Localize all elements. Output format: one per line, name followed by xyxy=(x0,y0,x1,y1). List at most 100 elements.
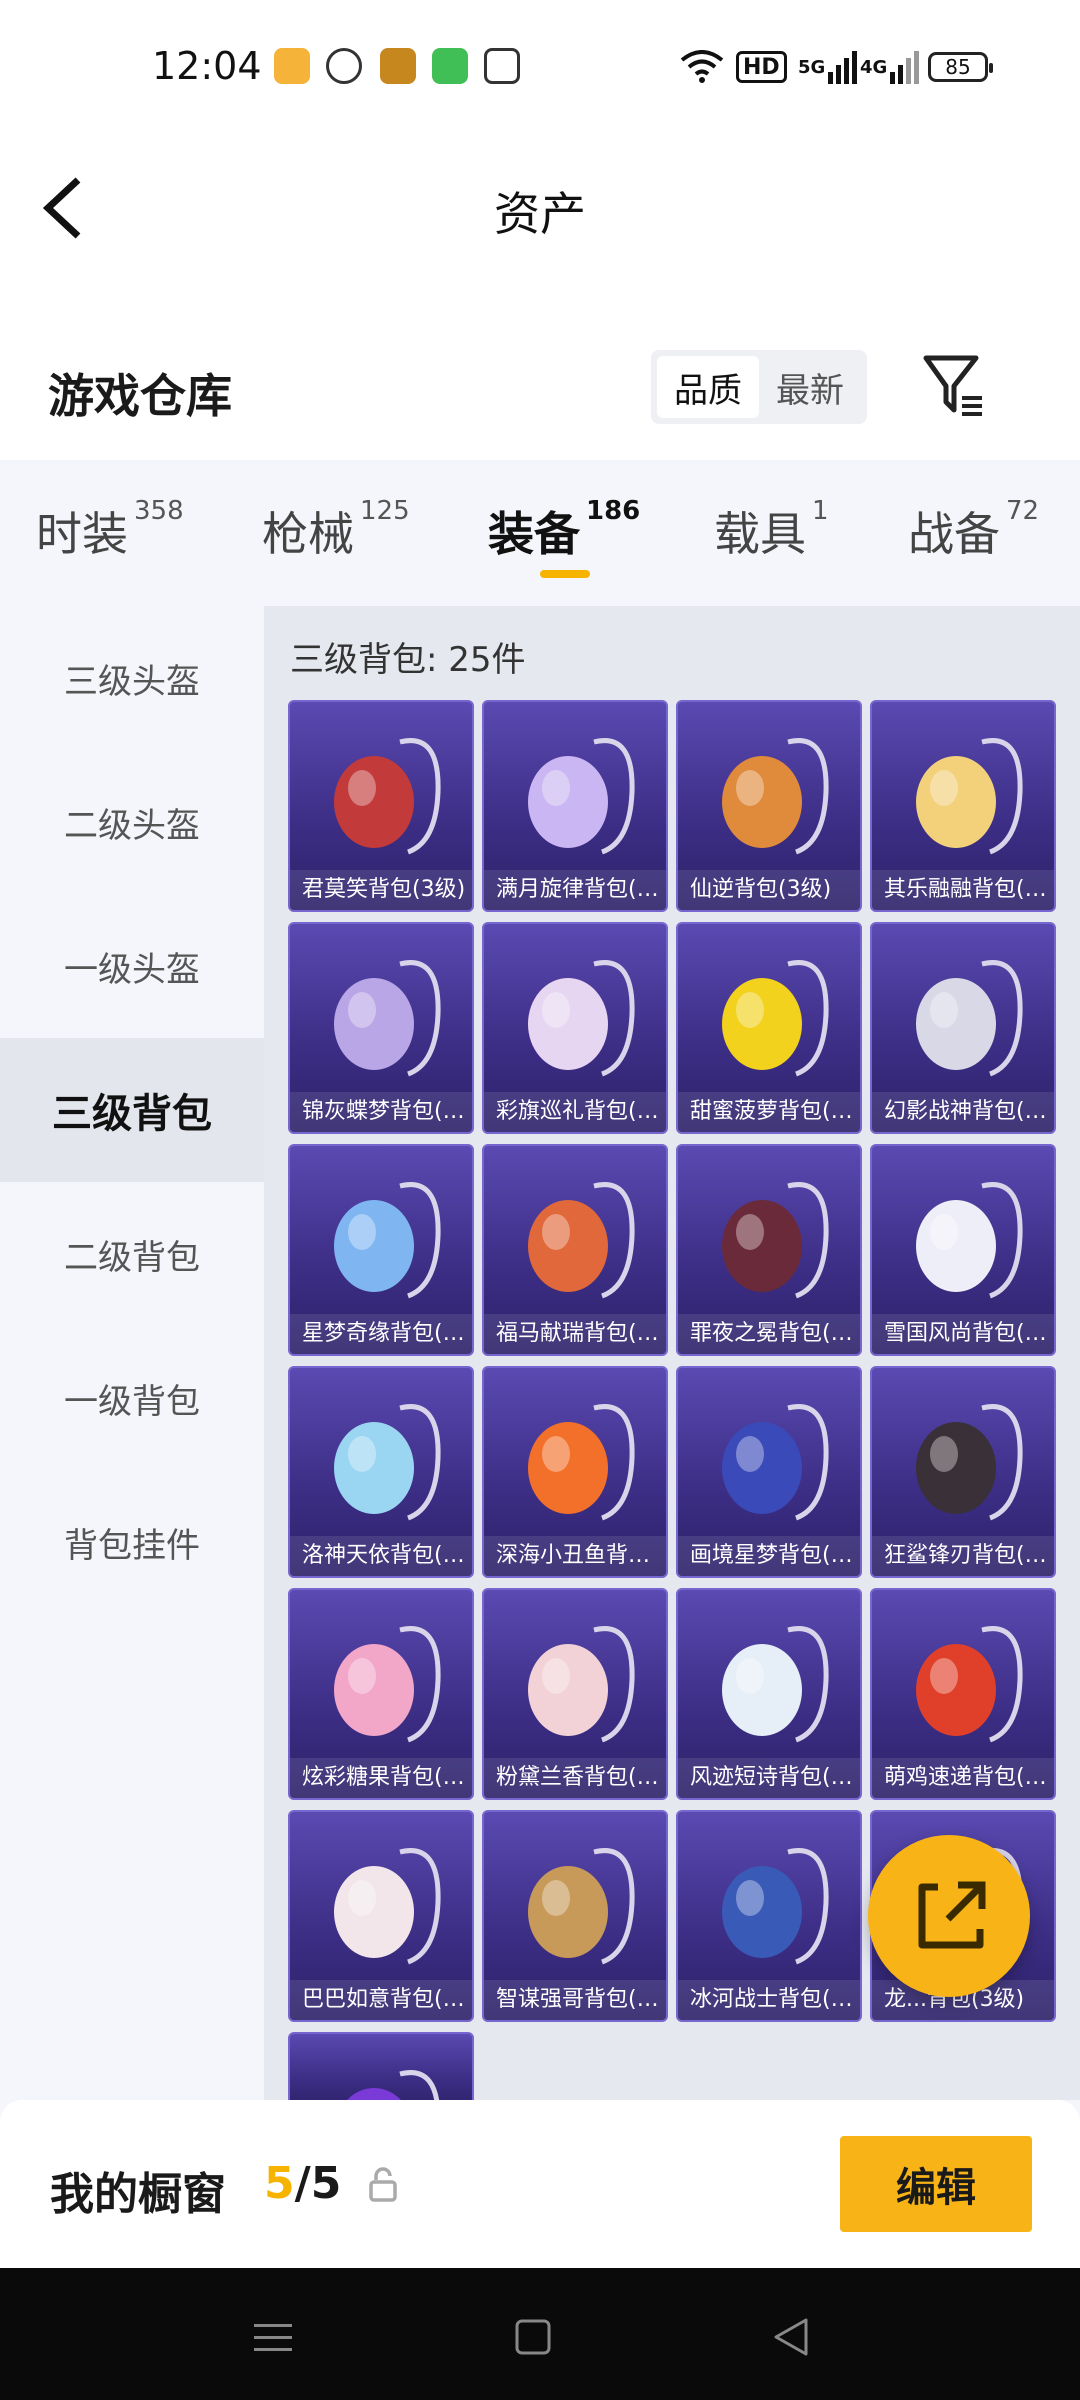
tab-equipment[interactable]: 装备 186 xyxy=(488,496,641,564)
tab-count: 186 xyxy=(586,496,641,526)
item-name: 锦灰蝶梦背包(3级) xyxy=(290,1092,472,1132)
net-5g-label: 5G xyxy=(798,56,826,78)
page-title: 资产 xyxy=(494,187,586,241)
tab-fashion[interactable]: 时装 358 xyxy=(36,496,184,564)
item-card[interactable]: 粉黛兰香背包(3级) xyxy=(482,1588,668,1800)
item-card[interactable]: 深海小丑鱼背包(3级) xyxy=(482,1366,668,1578)
home-icon xyxy=(515,2319,551,2355)
net-4g-label: 4G xyxy=(860,56,888,78)
sort-quality[interactable]: 品质 xyxy=(657,356,759,418)
sidebar-item-backpack-lv1[interactable]: 一级背包 xyxy=(0,1326,264,1470)
item-name: 君莫笑背包(3级) xyxy=(290,870,472,910)
item-card[interactable]: 君莫笑背包(3级) xyxy=(288,700,474,912)
item-card[interactable]: 仙逆背包(3级) xyxy=(676,700,862,912)
item-card[interactable]: 冰河战士背包(3级) xyxy=(676,1810,862,2022)
sidebar-item-helmet-lv2[interactable]: 二级头盔 xyxy=(0,750,264,894)
item-card[interactable]: 洛神天依背包(3级) xyxy=(288,1366,474,1578)
item-name: 满月旋律背包(3级) xyxy=(484,870,666,910)
filter-button[interactable] xyxy=(920,350,990,420)
showcase-separator: / xyxy=(294,2158,311,2209)
game-notification-icon xyxy=(380,48,416,84)
item-card[interactable]: 狂鲨锋刃背包(3级) xyxy=(870,1366,1056,1578)
item-card[interactable]: 其乐融融背包(3级) xyxy=(870,700,1056,912)
tab-label: 战备 xyxy=(908,507,1000,561)
home-nav-button[interactable] xyxy=(508,2312,558,2362)
tab-count: 125 xyxy=(360,496,410,526)
item-card[interactable]: 智谋强哥背包(3级) xyxy=(482,1810,668,2022)
item-card[interactable]: 福马献瑞背包(3级) xyxy=(482,1144,668,1356)
menu-icon xyxy=(254,2324,292,2351)
item-card[interactable]: 巴巴如意背包(3级) xyxy=(288,1810,474,2022)
mail-icon xyxy=(484,48,520,84)
system-nav-bar xyxy=(0,2268,1080,2400)
sidebar-item-helmet-lv1[interactable]: 一级头盔 xyxy=(0,894,264,1038)
share-button[interactable] xyxy=(868,1835,1030,1997)
backpack-icon xyxy=(916,1626,1023,1743)
warehouse-title: 游戏仓库 xyxy=(48,369,232,423)
backpack-icon xyxy=(334,738,441,855)
menu-nav-button[interactable] xyxy=(248,2312,298,2362)
backpack-icon xyxy=(334,1848,441,1965)
item-name: 罪夜之冕背包(3级) xyxy=(678,1314,860,1354)
backpack-icon xyxy=(722,1848,829,1965)
item-name: 智谋强哥背包(3级) xyxy=(484,1980,666,2020)
item-card[interactable] xyxy=(288,2032,474,2100)
backpack-icon xyxy=(722,1626,829,1743)
item-name: 仙逆背包(3级) xyxy=(678,870,860,910)
item-card[interactable]: 彩旗巡礼背包(3级) xyxy=(482,922,668,1134)
sidebar-item-backpack-lv3[interactable]: 三级背包 xyxy=(0,1038,264,1182)
backpack-icon xyxy=(916,960,1023,1077)
edit-button[interactable]: 编辑 xyxy=(840,2136,1032,2232)
item-card[interactable]: 满月旋律背包(3级) xyxy=(482,700,668,912)
category-tabs: 时装 358 枪械 125 装备 186 载具 1 战备 72 xyxy=(0,460,1080,606)
item-name: 炫彩糖果背包(3级) xyxy=(290,1758,472,1798)
share-icon xyxy=(918,1881,986,1949)
signal-5g-icon: 5G xyxy=(798,48,858,86)
tab-vehicles[interactable]: 载具 1 xyxy=(714,496,829,564)
item-card[interactable]: 炫彩糖果背包(3级) xyxy=(288,1588,474,1800)
item-card[interactable]: 甜蜜菠萝背包(3级) xyxy=(676,922,862,1134)
showcase-current: 5 xyxy=(264,2158,295,2209)
backpack-icon xyxy=(916,1182,1023,1299)
backpack-icon xyxy=(722,738,829,855)
item-card[interactable]: 画境星梦背包(3级) xyxy=(676,1366,862,1578)
tab-supplies[interactable]: 战备 72 xyxy=(908,496,1039,564)
item-name: 洛神天依背包(3级) xyxy=(290,1536,472,1576)
backpack-icon xyxy=(916,738,1023,855)
sort-toggle: 品质 最新 xyxy=(651,350,867,424)
item-name: 甜蜜菠萝背包(3级) xyxy=(678,1092,860,1132)
sidebar-item-backpack-charm[interactable]: 背包挂件 xyxy=(0,1470,264,1614)
item-card[interactable]: 星梦奇缘背包(3级) xyxy=(288,1144,474,1356)
item-card[interactable]: 雪国风尚背包(3级) xyxy=(870,1144,1056,1356)
item-name: 其乐融融背包(3级) xyxy=(872,870,1054,910)
status-bar: 12:04 HD 5G 4G 85 xyxy=(0,0,1080,130)
sidebar-item-helmet-lv3[interactable]: 三级头盔 xyxy=(0,606,264,750)
backpack-icon xyxy=(722,1404,829,1521)
item-card[interactable]: 萌鸡速递背包(3级) xyxy=(870,1588,1056,1800)
active-tab-indicator xyxy=(540,570,590,578)
hd-badge: HD xyxy=(736,51,787,83)
item-count-label: 三级背包: 25件 xyxy=(290,640,526,680)
sidebar-item-backpack-lv2[interactable]: 二级背包 xyxy=(0,1182,264,1326)
item-card[interactable]: 幻影战神背包(3级) xyxy=(870,922,1056,1134)
backpack-icon xyxy=(528,1404,635,1521)
tab-weapons[interactable]: 枪械 125 xyxy=(262,496,410,564)
app-notification-icon xyxy=(274,48,310,84)
filter-icon xyxy=(923,355,982,416)
tab-label: 装备 xyxy=(488,507,580,561)
backpack-icon xyxy=(334,1626,441,1743)
backpack-icon xyxy=(722,1182,829,1299)
item-card[interactable]: 锦灰蝶梦背包(3级) xyxy=(288,922,474,1134)
item-card[interactable]: 风迹短诗背包(3级) xyxy=(676,1588,862,1800)
item-card[interactable]: 罪夜之冕背包(3级) xyxy=(676,1144,862,1356)
back-triangle-icon xyxy=(774,2318,808,2356)
sort-newest[interactable]: 最新 xyxy=(759,356,861,418)
showcase-total: 5 xyxy=(310,2158,342,2209)
backpack-icon xyxy=(528,1626,635,1743)
back-nav-button[interactable] xyxy=(766,2312,816,2362)
tab-count: 358 xyxy=(134,496,184,526)
backpack-icon xyxy=(334,1182,441,1299)
item-name: 雪国风尚背包(3级) xyxy=(872,1314,1054,1354)
signal-4g-icon: 4G xyxy=(860,48,920,86)
showcase-bar: 我的橱窗 5/5 编辑 xyxy=(0,2100,1080,2268)
